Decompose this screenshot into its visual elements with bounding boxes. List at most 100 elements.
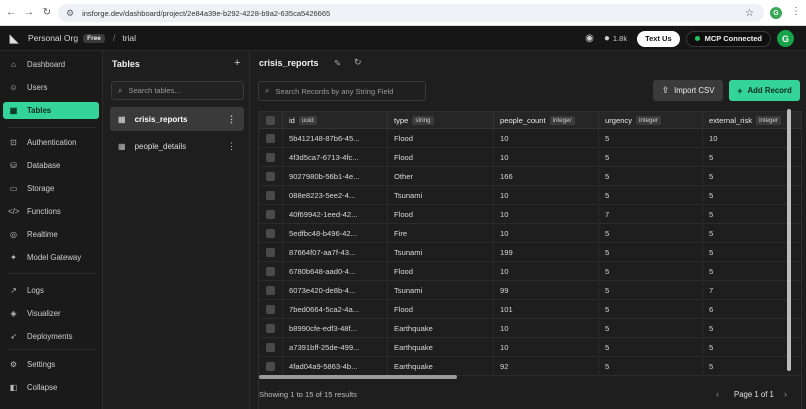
row-checkbox-cell[interactable] — [259, 300, 283, 319]
site-info-icon[interactable]: ⚙ — [66, 8, 74, 19]
row-checkbox[interactable] — [266, 267, 275, 276]
column-header-people-count[interactable]: people_count integer — [494, 112, 599, 129]
cell-people-count[interactable]: 10 — [494, 186, 599, 205]
sidebar-item-storage[interactable]: ▭ Storage — [3, 180, 99, 197]
address-bar[interactable]: ⚙ insforge.dev/dashboard/project/2e84a39… — [58, 4, 764, 22]
row-checkbox[interactable] — [266, 286, 275, 295]
row-checkbox[interactable] — [266, 153, 275, 162]
chevron-left-icon[interactable]: ‹ — [716, 389, 719, 399]
cell-urgency[interactable]: 5 — [599, 167, 703, 186]
sidebar-item-tables[interactable]: ▦ Tables — [3, 102, 99, 119]
back-icon[interactable]: ← — [4, 6, 18, 20]
cell-urgency[interactable]: 5 — [599, 338, 703, 357]
row-checkbox[interactable] — [266, 248, 275, 257]
import-csv-button[interactable]: ⇪ Import CSV — [653, 80, 723, 101]
cell-id[interactable]: 7bed0664-5ca2-4a... — [283, 300, 388, 319]
cell-urgency[interactable]: 5 — [599, 262, 703, 281]
table-row[interactable]: b8990cfe-edf3-48f... Earthquake 10 5 5 — [259, 319, 801, 338]
cell-id[interactable]: 5b412148-87b6-45... — [283, 129, 388, 148]
row-checkbox[interactable] — [266, 343, 275, 352]
cell-type[interactable]: Tsunami — [388, 281, 494, 300]
cell-urgency[interactable]: 5 — [599, 319, 703, 338]
mcp-status-button[interactable]: MCP Connected — [685, 30, 771, 47]
github-icon[interactable]: ● — [604, 33, 610, 44]
cell-id[interactable]: 6780b648-aad0-4... — [283, 262, 388, 281]
row-checkbox[interactable] — [266, 191, 275, 200]
cell-urgency[interactable]: 5 — [599, 281, 703, 300]
table-row[interactable]: 7bed0664-5ca2-4a... Flood 101 5 6 — [259, 300, 801, 319]
table-row[interactable]: 5b412148-87b6-45... Flood 10 5 10 — [259, 129, 801, 148]
insforge-logo-icon[interactable]: ◣ — [7, 31, 21, 45]
row-checkbox-cell[interactable] — [259, 224, 283, 243]
select-all-checkbox[interactable] — [266, 116, 275, 125]
cell-id[interactable]: a7391bff-25de-499... — [283, 338, 388, 357]
select-all-checkbox-cell[interactable] — [259, 112, 283, 129]
row-checkbox[interactable] — [266, 134, 275, 143]
table-row[interactable]: 088e8223-5ee2-4... Tsunami 10 5 5 — [259, 186, 801, 205]
row-checkbox-cell[interactable] — [259, 319, 283, 338]
bookmark-star-icon[interactable]: ☆ — [745, 8, 754, 19]
cell-id[interactable]: 87664f07-aa7f-43... — [283, 243, 388, 262]
cell-type[interactable]: Flood — [388, 262, 494, 281]
browser-profile-avatar[interactable]: G — [770, 7, 782, 19]
cell-people-count[interactable]: 10 — [494, 319, 599, 338]
cell-urgency[interactable]: 5 — [599, 186, 703, 205]
row-checkbox-cell[interactable] — [259, 205, 283, 224]
sidebar-item-settings[interactable]: ⚙ Settings — [3, 356, 99, 373]
cell-people-count[interactable]: 10 — [494, 338, 599, 357]
sidebar-item-dashboard[interactable]: ⌂ Dashboard — [3, 56, 99, 73]
sidebar-item-functions[interactable]: </> Functions — [3, 203, 99, 220]
cell-id[interactable]: 9027980b-56b1-4e... — [283, 167, 388, 186]
table-row[interactable]: 40f69942-1eed-42... Flood 10 7 5 — [259, 205, 801, 224]
cell-urgency[interactable]: 5 — [599, 357, 703, 376]
row-checkbox-cell[interactable] — [259, 148, 283, 167]
cell-type[interactable]: Fire — [388, 224, 494, 243]
sidebar-item-visualizer[interactable]: ◈ Visualizer — [3, 305, 99, 322]
cell-id[interactable]: 6073e420-de8b-4... — [283, 281, 388, 300]
cell-people-count[interactable]: 101 — [494, 300, 599, 319]
browser-menu-icon[interactable]: ⋮ — [791, 6, 801, 17]
cell-type[interactable]: Flood — [388, 300, 494, 319]
cell-people-count[interactable]: 99 — [494, 281, 599, 300]
table-row[interactable]: 87664f07-aa7f-43... Tsunami 199 5 5 — [259, 243, 801, 262]
row-checkbox[interactable] — [266, 362, 275, 371]
table-row[interactable]: 5edfbc48-b496-42... Fire 10 5 5 — [259, 224, 801, 243]
sidebar-item-deployments[interactable]: ➶ Deployments — [3, 328, 99, 345]
sidebar-item-realtime[interactable]: ◎ Realtime — [3, 226, 99, 243]
cell-people-count[interactable]: 199 — [494, 243, 599, 262]
vertical-scrollbar[interactable] — [787, 109, 791, 371]
table-search-input[interactable]: ⌕ Search tables... — [111, 81, 244, 100]
add-table-icon[interactable]: + — [234, 57, 240, 69]
row-checkbox-cell[interactable] — [259, 243, 283, 262]
row-checkbox[interactable] — [266, 324, 275, 333]
cell-people-count[interactable]: 92 — [494, 357, 599, 376]
row-checkbox-cell[interactable] — [259, 338, 283, 357]
table-row[interactable]: 6073e420-de8b-4... Tsunami 99 5 7 — [259, 281, 801, 300]
cell-urgency[interactable]: 5 — [599, 148, 703, 167]
sidebar-item-logs[interactable]: ↗ Logs — [3, 282, 99, 299]
cell-urgency[interactable]: 7 — [599, 205, 703, 224]
cell-urgency[interactable]: 5 — [599, 243, 703, 262]
cell-type[interactable]: Tsunami — [388, 186, 494, 205]
cell-type[interactable]: Other — [388, 167, 494, 186]
cell-people-count[interactable]: 10 — [494, 262, 599, 281]
cell-urgency[interactable]: 5 — [599, 129, 703, 148]
cell-type[interactable]: Flood — [388, 129, 494, 148]
forward-icon[interactable]: → — [22, 6, 36, 20]
cell-id[interactable]: 4f3d5ca7-6713-4fc... — [283, 148, 388, 167]
table-row[interactable]: a7391bff-25de-499... Earthquake 10 5 5 — [259, 338, 801, 357]
row-checkbox[interactable] — [266, 229, 275, 238]
add-record-button[interactable]: + Add Record — [729, 80, 800, 101]
edit-pencil-icon[interactable]: ✎ — [334, 58, 341, 69]
cell-people-count[interactable]: 10 — [494, 148, 599, 167]
record-search-input[interactable]: ⌕ Search Records by any String Field — [258, 81, 426, 101]
column-header-id[interactable]: id uuid — [283, 112, 388, 129]
table-row[interactable]: 9027980b-56b1-4e... Other 166 5 5 — [259, 167, 801, 186]
cell-people-count[interactable]: 10 — [494, 129, 599, 148]
reload-icon[interactable]: ↻ — [40, 6, 54, 20]
cell-people-count[interactable]: 10 — [494, 205, 599, 224]
sidebar-item-users[interactable]: ☺ Users — [3, 79, 99, 96]
column-header-urgency[interactable]: urgency integer — [599, 112, 703, 129]
org-name[interactable]: Personal Org — [28, 33, 78, 43]
horizontal-scrollbar[interactable] — [259, 375, 457, 379]
